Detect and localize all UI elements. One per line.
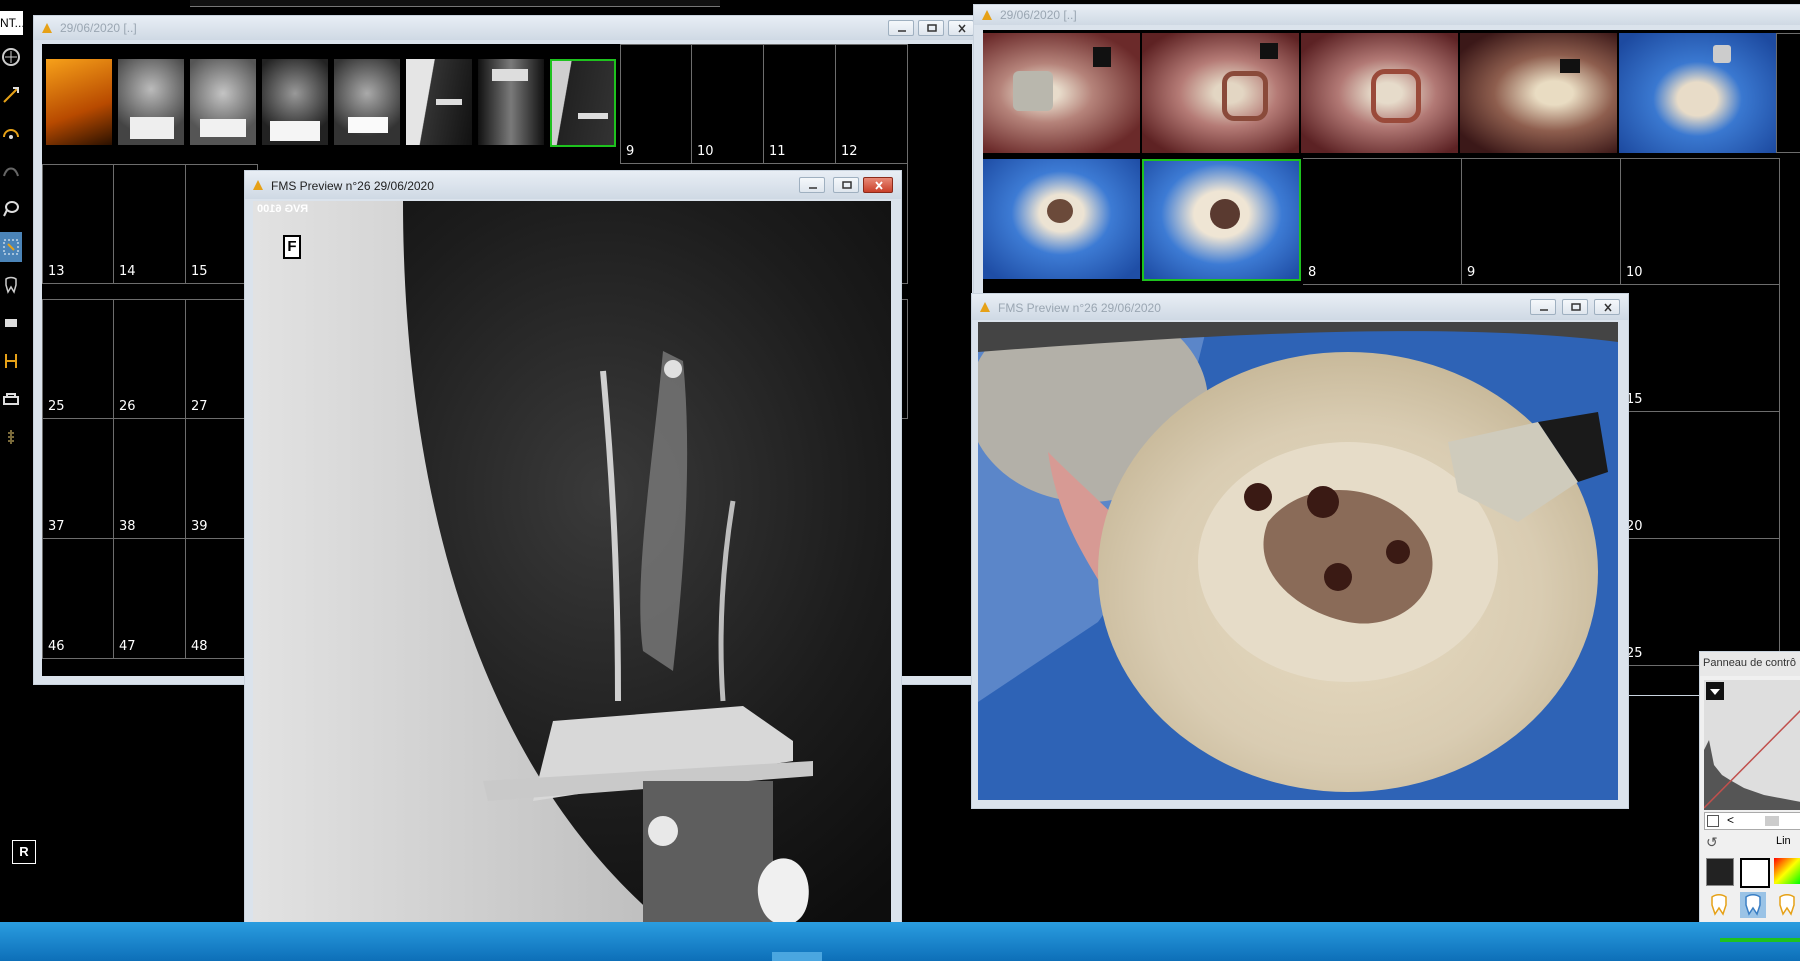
xray-preview-window: FMS Preview n°26 29/06/2020 RVG 6100 F <box>244 170 902 932</box>
lasso-icon[interactable] <box>0 194 22 224</box>
grid-cell[interactable]: 26 <box>114 299 186 419</box>
photo-thumbnail[interactable] <box>1301 33 1458 153</box>
grid-cell[interactable]: 11 <box>764 44 836 164</box>
xray-thumbnail[interactable] <box>190 59 256 145</box>
grid-cell[interactable]: 9 <box>620 44 692 164</box>
minimize-button[interactable] <box>1530 299 1556 315</box>
grid-cell[interactable]: 47 <box>114 539 186 659</box>
minimize-button[interactable] <box>799 177 825 193</box>
toolbar-top-label[interactable]: NT... <box>0 11 23 35</box>
pen-arrow-icon[interactable] <box>0 80 22 110</box>
close-button[interactable] <box>948 20 974 36</box>
xray-image[interactable]: RVG 6100 F <box>253 201 891 931</box>
control-panel: Panneau de contrô < ↺ Lin <box>1699 651 1800 924</box>
reset-icon[interactable]: ↺ <box>1706 834 1718 851</box>
curve-icon[interactable] <box>0 156 22 186</box>
histogram-scrollbar[interactable]: < <box>1704 812 1800 830</box>
grid-cell[interactable]: 10 <box>1621 158 1780 285</box>
window-title: 29/06/2020 [..] <box>60 21 137 35</box>
photo-thumbnail[interactable] <box>1142 33 1299 153</box>
grid-cell[interactable]: 10 <box>692 44 764 164</box>
grid-cell[interactable]: 8 <box>1303 158 1462 285</box>
xray-thumbnail[interactable] <box>118 59 184 145</box>
xray-thumbnail-selected[interactable] <box>550 59 616 147</box>
grid-cell[interactable]: 25 <box>42 299 114 419</box>
intraoral-photo[interactable] <box>978 322 1618 800</box>
tooth-photo <box>978 322 1618 800</box>
window-title: FMS Preview n°26 29/06/2020 <box>271 179 434 193</box>
contrast-icon[interactable] <box>1740 858 1770 888</box>
window-titlebar[interactable]: FMS Preview n°26 29/06/2020 <box>245 171 901 199</box>
xray-sensor-icon[interactable] <box>0 384 22 414</box>
lin-label: Lin <box>1776 835 1791 847</box>
grid-icon[interactable] <box>0 42 22 72</box>
photo-thumbnail[interactable] <box>1619 33 1776 153</box>
grid-cell[interactable]: 46 <box>42 539 114 659</box>
tooth-select-icon[interactable] <box>0 232 22 262</box>
left-toolbar: NT... <box>0 0 24 470</box>
window-title: 29/06/2020 [..] <box>1000 8 1077 22</box>
maximize-button[interactable] <box>1562 299 1588 315</box>
window-title: FMS Preview n°26 29/06/2020 <box>998 301 1161 315</box>
window-titlebar[interactable]: 29/06/2020 [..] <box>34 16 980 40</box>
taskbar-progress <box>1720 938 1800 942</box>
grid-cell[interactable]: 9 <box>1462 158 1621 285</box>
color-map-icon[interactable] <box>1774 858 1800 884</box>
gauge-icon[interactable] <box>0 118 22 148</box>
app-icon <box>980 302 990 312</box>
grid-cell[interactable]: 37 <box>42 419 114 539</box>
minimize-button[interactable] <box>888 20 914 36</box>
sensor-label: RVG 6100 <box>257 203 309 215</box>
tooth-icon[interactable] <box>0 270 22 300</box>
implant-icon[interactable] <box>0 422 22 452</box>
grid-cell[interactable]: 14 <box>114 164 186 284</box>
photo-thumbnail[interactable] <box>983 33 1140 153</box>
orientation-marker: F <box>283 235 301 259</box>
histogram[interactable] <box>1704 680 1800 810</box>
grid-cell[interactable]: 13 <box>42 164 114 284</box>
xray-thumbnail[interactable] <box>334 59 400 145</box>
checkbox[interactable] <box>1707 815 1719 827</box>
close-button[interactable] <box>1594 299 1620 315</box>
close-button[interactable] <box>863 177 893 193</box>
invert-icon[interactable] <box>1706 858 1734 886</box>
xray-thumbnail[interactable] <box>46 59 112 145</box>
photo-thumbnail[interactable] <box>983 159 1140 279</box>
bracket-icon[interactable] <box>0 346 22 376</box>
right-side-badge[interactable]: R <box>12 840 36 864</box>
photo-preview-window: FMS Preview n°26 29/06/2020 <box>971 293 1629 809</box>
taskbar-item[interactable] <box>772 952 822 961</box>
photo-thumbnail[interactable] <box>1460 33 1617 153</box>
control-panel-titlebar[interactable]: Panneau de contrô <box>1700 652 1800 676</box>
scroll-thumb[interactable] <box>1765 816 1779 826</box>
taskbar <box>0 922 1800 961</box>
grid-cell[interactable]: 38 <box>114 419 186 539</box>
histogram-curve <box>1704 709 1800 810</box>
grid-cell[interactable]: 12 <box>836 44 908 164</box>
maximize-button[interactable] <box>833 177 859 193</box>
background-window-edge <box>190 0 720 7</box>
crown-icon[interactable] <box>0 308 22 338</box>
grid-cell[interactable]: 15 <box>1621 285 1780 412</box>
window-titlebar[interactable]: 29/06/2020 [..] <box>974 5 1800 25</box>
app-icon <box>982 10 992 20</box>
xray-thumbnail[interactable] <box>478 59 544 145</box>
xray-thumbnail[interactable] <box>262 59 328 145</box>
grid-cell[interactable]: 20 <box>1621 412 1780 539</box>
window-titlebar[interactable]: FMS Preview n°26 29/06/2020 <box>972 294 1628 320</box>
grid-cell[interactable] <box>1776 33 1800 153</box>
app-icon <box>42 23 52 33</box>
tooth-view-selected-icon[interactable] <box>1740 892 1766 918</box>
app-icon <box>253 180 263 190</box>
photo-thumbnail-selected[interactable] <box>1142 159 1301 281</box>
tooth-view-icon[interactable] <box>1706 892 1732 918</box>
tooth-color-icon[interactable] <box>1774 892 1800 918</box>
maximize-button[interactable] <box>918 20 944 36</box>
scroll-left-arrow[interactable]: < <box>1727 813 1734 827</box>
control-panel-title: Panneau de contrô <box>1703 657 1796 669</box>
xray-radiograph <box>253 201 891 931</box>
xray-thumbnail[interactable] <box>406 59 472 145</box>
grid-cell[interactable]: 25 <box>1621 539 1780 666</box>
